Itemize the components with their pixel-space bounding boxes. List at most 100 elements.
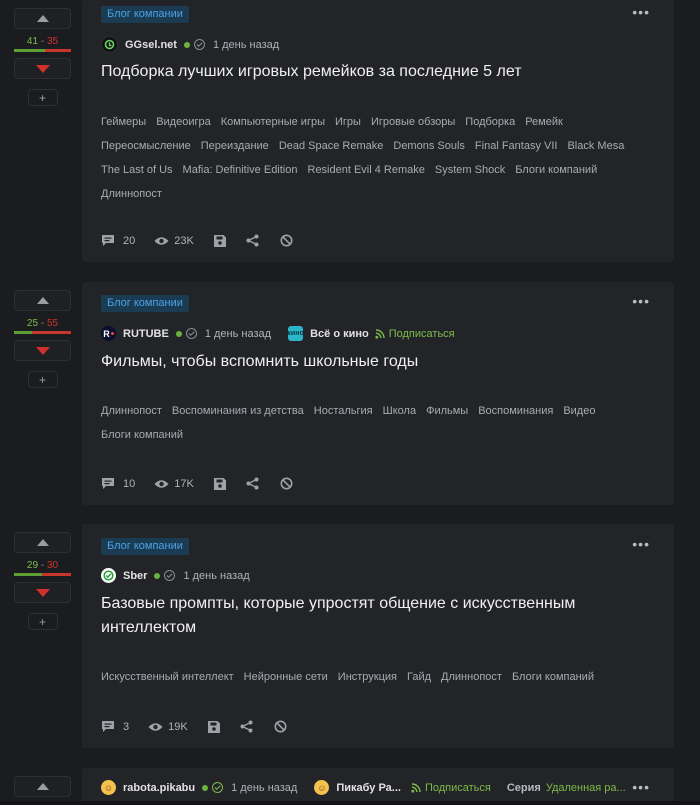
community-avatar[interactable]: ☺ (314, 780, 330, 795)
subscribe-button[interactable]: Подписаться (411, 782, 491, 794)
comments-button[interactable]: 3 (101, 720, 129, 733)
post-title[interactable]: Базовые промпты, которые упростят общени… (101, 592, 654, 640)
subscribe-button[interactable]: Подписаться (375, 328, 455, 340)
company-blog-badge[interactable]: Блог компании (101, 538, 189, 555)
tag-link[interactable]: Искусственный интеллект (101, 665, 234, 689)
add-to-feed-button[interactable]: + (27, 89, 58, 106)
tag-link[interactable]: Фильмы (426, 399, 468, 423)
upvote-button[interactable] (14, 290, 71, 311)
tag-link[interactable]: Dead Space Remake (279, 134, 384, 158)
comments-button[interactable]: 10 (101, 477, 135, 490)
save-button[interactable] (213, 477, 226, 490)
more-options-icon[interactable]: ••• (632, 293, 650, 309)
comments-count: 3 (123, 720, 130, 733)
tag-link[interactable]: Игровые обзоры (371, 110, 455, 134)
share-button[interactable] (246, 234, 259, 247)
author-row: ☺ rabota.pikabu 1 день назад ☺ Пикабу Ра… (101, 780, 626, 795)
post-time: 1 день назад (231, 781, 298, 794)
taskbar-edge (0, 801, 700, 805)
comments-button[interactable]: 20 (101, 234, 135, 247)
add-to-feed-button[interactable]: + (27, 613, 58, 630)
arrow-down-icon (35, 64, 50, 73)
tag-link[interactable]: Подборка (465, 110, 515, 134)
tag-link[interactable]: Геймеры (101, 110, 146, 134)
hide-post-button[interactable] (280, 234, 293, 247)
arrow-up-icon (36, 783, 49, 790)
tag-link[interactable]: Black Mesa (567, 134, 624, 158)
arrow-down-icon (35, 346, 50, 355)
author-name[interactable]: GGsel.net (125, 39, 177, 51)
avatar[interactable]: R (101, 326, 116, 341)
save-button[interactable] (207, 720, 220, 733)
eye-icon (154, 236, 169, 245)
upvote-button[interactable] (14, 776, 71, 797)
community-avatar[interactable]: кино (287, 326, 304, 341)
tag-link[interactable]: Компьютерные игры (221, 110, 325, 134)
share-button[interactable] (240, 720, 253, 733)
hide-post-button[interactable] (280, 477, 293, 490)
verified-icon (164, 570, 176, 581)
tag-link[interactable]: Длиннопост (101, 399, 162, 423)
tag-link[interactable]: Блоги компаний (515, 158, 597, 182)
post-footer: 3 19K (101, 720, 287, 733)
post-title[interactable]: Подборка лучших игровых ремейков за посл… (101, 60, 654, 84)
tag-link[interactable]: System Shock (435, 158, 505, 182)
tag-list: Длиннопост Воспоминания из детства Носталь… (101, 399, 660, 447)
tag-link[interactable]: Длиннопост (101, 182, 162, 206)
author-name[interactable]: rabota.pikabu (123, 782, 195, 794)
community-name[interactable]: Пикабу Ра... (336, 782, 401, 794)
tag-link[interactable]: Блоги компаний (512, 665, 594, 689)
tag-link[interactable]: Игры (335, 110, 361, 134)
rss-icon (411, 782, 421, 793)
tag-link[interactable]: Demons Souls (393, 134, 465, 158)
add-to-feed-button[interactable]: + (27, 371, 58, 388)
post-card: Блог компании ••• Sber 1 день назад Базо… (82, 524, 674, 748)
tag-link[interactable]: Школа (383, 399, 416, 423)
more-options-icon[interactable]: ••• (632, 779, 650, 795)
tag-link[interactable]: Видео (563, 399, 595, 423)
tag-link[interactable]: Инструкция (338, 665, 397, 689)
series-name[interactable]: Удаленная ра... (546, 782, 626, 794)
author-name[interactable]: Sber (123, 570, 147, 582)
avatar[interactable] (101, 568, 116, 583)
tag-link[interactable]: Блоги компаний (101, 423, 183, 447)
tag-link[interactable]: Воспоминания из детства (172, 399, 304, 423)
more-options-icon[interactable]: ••• (632, 4, 650, 20)
rating-ratio-bar (14, 49, 71, 52)
downvote-button[interactable] (14, 58, 71, 79)
post-title[interactable]: Фильмы, чтобы вспомнить школьные годы (101, 350, 654, 374)
tag-link[interactable]: Ностальгия (314, 399, 373, 423)
tag-link[interactable]: Видеоигра (156, 110, 211, 134)
online-indicator (183, 41, 190, 48)
tag-link[interactable]: Mafia: Definitive Edition (183, 158, 298, 182)
share-icon (246, 234, 259, 247)
downvote-button[interactable] (14, 582, 71, 603)
avatar[interactable]: ☺ (101, 780, 116, 795)
author-name[interactable]: RUTUBE (123, 328, 169, 340)
more-options-icon[interactable]: ••• (632, 536, 650, 552)
company-blog-badge[interactable]: Блог компании (101, 6, 189, 23)
upvote-button[interactable] (14, 8, 71, 29)
tag-link[interactable]: Переиздание (201, 134, 269, 158)
tag-link[interactable]: Final Fantasy VII (475, 134, 558, 158)
rating-score: 29 - 30 (26, 560, 59, 571)
company-blog-badge[interactable]: Блог компании (101, 295, 189, 312)
downvote-button[interactable] (14, 340, 71, 361)
tag-link[interactable]: The Last of Us (101, 158, 173, 182)
hide-post-button[interactable] (274, 720, 287, 733)
upvote-button[interactable] (14, 532, 71, 553)
tag-link[interactable]: Ремейк (525, 110, 563, 134)
rating-score: 25 - 55 (26, 318, 59, 329)
tag-link[interactable]: Переосмысление (101, 134, 191, 158)
community-name[interactable]: Всё о кино (310, 328, 369, 340)
post-time: 1 день назад (204, 327, 272, 340)
tag-link[interactable]: Длиннопост (441, 665, 502, 689)
online-indicator (202, 784, 209, 791)
tag-link[interactable]: Гайд (407, 665, 431, 689)
tag-link[interactable]: Resident Evil 4 Remake (308, 158, 425, 182)
save-button[interactable] (213, 234, 226, 247)
share-button[interactable] (246, 477, 259, 490)
avatar[interactable] (101, 36, 118, 53)
tag-link[interactable]: Воспоминания (478, 399, 553, 423)
tag-link[interactable]: Нейронные сети (244, 665, 328, 689)
